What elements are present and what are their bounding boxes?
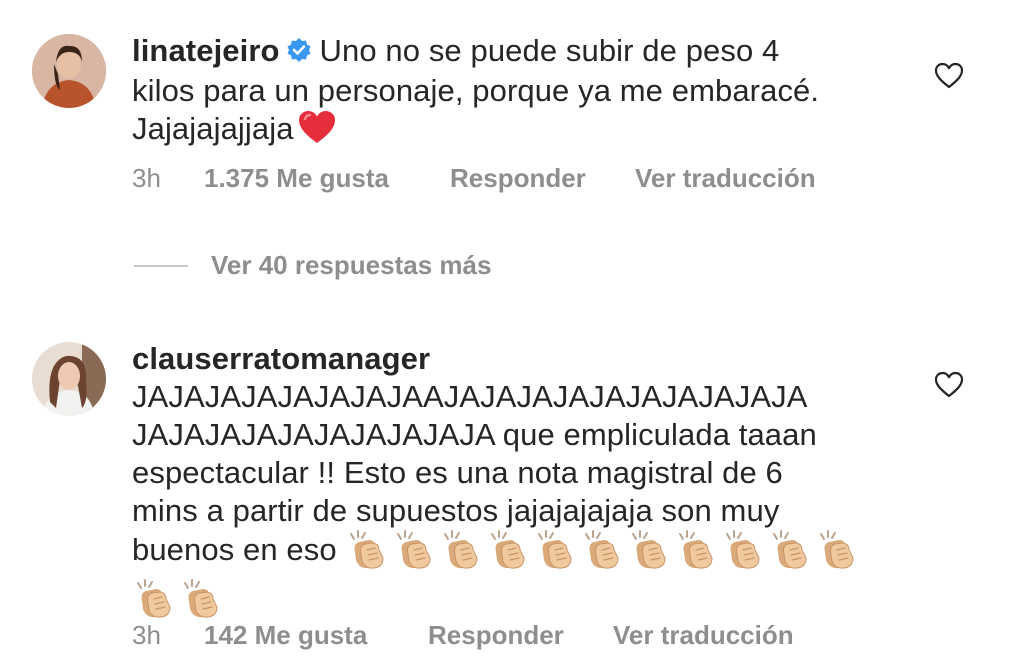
likes-count[interactable]: 1.375 Me gusta bbox=[204, 163, 389, 194]
translate-button[interactable]: Ver traducción bbox=[613, 620, 794, 651]
comment-line: JAJAJAJAJAJAJAJAJAJA que empliculada taa… bbox=[132, 417, 817, 452]
comment-text: linatejeiro Uno no se puede subir de peso… bbox=[132, 32, 819, 153]
timestamp: 3h bbox=[132, 163, 161, 193]
avatar[interactable] bbox=[32, 342, 106, 416]
view-replies-label: Ver 40 respuestas más bbox=[211, 250, 492, 280]
avatar[interactable] bbox=[32, 34, 106, 108]
verified-badge-icon bbox=[286, 34, 312, 72]
clapping-emoji-row bbox=[345, 530, 862, 579]
clapping-hands-icon bbox=[392, 530, 436, 570]
comment-line: mins a partir de supuestos jajajajajaja … bbox=[132, 493, 780, 528]
clapping-hands-icon bbox=[580, 530, 624, 570]
comment-line: Uno no se puede subir de peso 4 bbox=[319, 33, 780, 68]
username[interactable]: linatejeiro bbox=[132, 33, 280, 68]
clapping-hands-icon bbox=[627, 530, 671, 570]
clapping-hands-icon bbox=[533, 530, 577, 570]
clapping-hands-icon bbox=[768, 530, 812, 570]
clapping-hands-icon bbox=[439, 530, 483, 570]
likes-count[interactable]: 142 Me gusta bbox=[204, 620, 367, 651]
translate-button[interactable]: Ver traducción bbox=[635, 163, 816, 194]
heart-like-icon[interactable] bbox=[934, 371, 968, 401]
divider-line bbox=[134, 265, 188, 267]
timestamp: 3h bbox=[132, 620, 161, 650]
reply-button[interactable]: Responder bbox=[428, 620, 564, 651]
comment-line: Jajajajajjaja bbox=[132, 111, 294, 146]
comment-line: JAJAJAJAJAJAJAJAAJAJAJAJAJAJAJAJAJAJA bbox=[132, 379, 808, 414]
comment-line: kilos para un personaje, porque ya me em… bbox=[132, 73, 820, 108]
comment-text: clauserratomanager JAJAJAJAJAJAJAJAAJAJA… bbox=[132, 340, 862, 628]
reply-button[interactable]: Responder bbox=[450, 163, 586, 194]
comment-line: buenos en eso bbox=[132, 532, 337, 567]
clapping-hands-icon bbox=[721, 530, 765, 570]
red-heart-emoji-icon bbox=[298, 110, 336, 153]
clapping-hands-icon bbox=[345, 530, 389, 570]
view-replies-button[interactable]: Ver 40 respuestas más bbox=[134, 250, 734, 280]
comment-line: espectacular !! Esto es una nota magistr… bbox=[132, 455, 783, 490]
clapping-hands-icon bbox=[486, 530, 530, 570]
clapping-hands-icon bbox=[132, 579, 176, 619]
heart-like-icon[interactable] bbox=[934, 62, 968, 92]
clapping-hands-icon bbox=[179, 579, 223, 619]
username[interactable]: clauserratomanager bbox=[132, 341, 430, 376]
clapping-hands-icon bbox=[674, 530, 718, 570]
clapping-hands-icon bbox=[815, 530, 859, 570]
